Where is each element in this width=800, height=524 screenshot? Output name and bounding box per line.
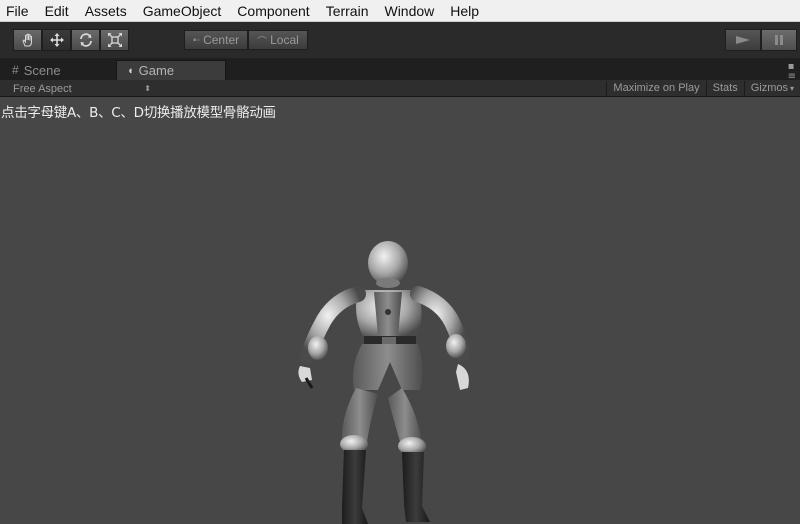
move-tool-button[interactable] <box>42 29 71 51</box>
chevron-down-icon: ▾ <box>789 84 794 93</box>
pivot-local-button[interactable]: ⌒ Local <box>248 30 308 50</box>
move-icon <box>49 33 64 47</box>
hand-tool-button[interactable] <box>13 29 42 51</box>
play-icon <box>736 36 750 44</box>
game-view-options: Maximize on Play Stats Gizmos ▾ <box>606 80 800 97</box>
scale-icon <box>107 33 122 47</box>
local-space-icon: ⌒ <box>257 36 268 48</box>
pivot-local-label: Local <box>270 33 299 47</box>
grid-icon: # <box>12 63 19 77</box>
scale-tool-button[interactable] <box>100 29 129 51</box>
instruction-text: 点击字母键A、B、C、D切换播放模型骨骼动画 <box>1 105 276 121</box>
menu-file[interactable]: File <box>0 0 37 22</box>
menu-help[interactable]: Help <box>442 0 487 22</box>
pacman-icon: ◖ <box>127 64 134 77</box>
pause-button[interactable] <box>761 29 797 51</box>
menu-edit[interactable]: Edit <box>37 0 77 22</box>
aspect-dropdown[interactable]: Free Aspect ⬍ <box>7 81 157 96</box>
transform-tools <box>13 29 129 51</box>
aspect-label: Free Aspect <box>13 82 72 95</box>
menu-window[interactable]: Window <box>376 0 442 22</box>
gizmos-label: Gizmos <box>750 82 788 94</box>
gizmos-dropdown[interactable]: Gizmos ▾ <box>743 81 800 96</box>
maximize-on-play-toggle[interactable]: Maximize on Play <box>606 81 705 96</box>
pivot-center-label: Center <box>203 33 240 47</box>
tab-game[interactable]: ◖ Game <box>116 60 226 80</box>
dropdown-arrow-icon: ⬍ <box>144 84 151 93</box>
menu-terrain[interactable]: Terrain <box>318 0 377 22</box>
menu-assets[interactable]: Assets <box>77 0 135 22</box>
game-viewport[interactable]: 点击字母键A、B、C、D切换播放模型骨骼动画 <box>0 98 800 524</box>
rotate-tool-button[interactable] <box>71 29 100 51</box>
play-button[interactable] <box>725 29 761 51</box>
menu-bar: File Edit Assets GameObject Component Te… <box>0 0 800 22</box>
hand-icon <box>21 33 32 47</box>
rotate-icon <box>79 33 92 47</box>
game-view-toolbar: Free Aspect ⬍ Maximize on Play Stats Giz… <box>0 80 800 97</box>
pause-icon <box>775 35 783 45</box>
pivot-center-button[interactable]: ▪◦ Center <box>184 30 249 50</box>
main-toolbar: ▪◦ Center ⌒ Local <box>0 22 800 58</box>
menu-gameobject[interactable]: GameObject <box>135 0 230 22</box>
tab-menu-icon[interactable]: ▪ ≡ <box>788 62 796 82</box>
character-model <box>298 241 470 524</box>
tab-scene[interactable]: # Scene <box>2 60 71 80</box>
menu-component[interactable]: Component <box>229 0 317 22</box>
stats-toggle[interactable]: Stats <box>705 81 744 96</box>
pivot-controls: ▪◦ Center ⌒ Local <box>184 30 308 52</box>
tab-game-label: Game <box>138 63 175 78</box>
tab-scene-label: Scene <box>23 62 61 78</box>
play-controls <box>725 29 797 51</box>
pivot-icon: ▪◦ <box>193 34 201 46</box>
view-tab-bar: # Scene ◖ Game ▪ ≡ <box>0 58 800 82</box>
